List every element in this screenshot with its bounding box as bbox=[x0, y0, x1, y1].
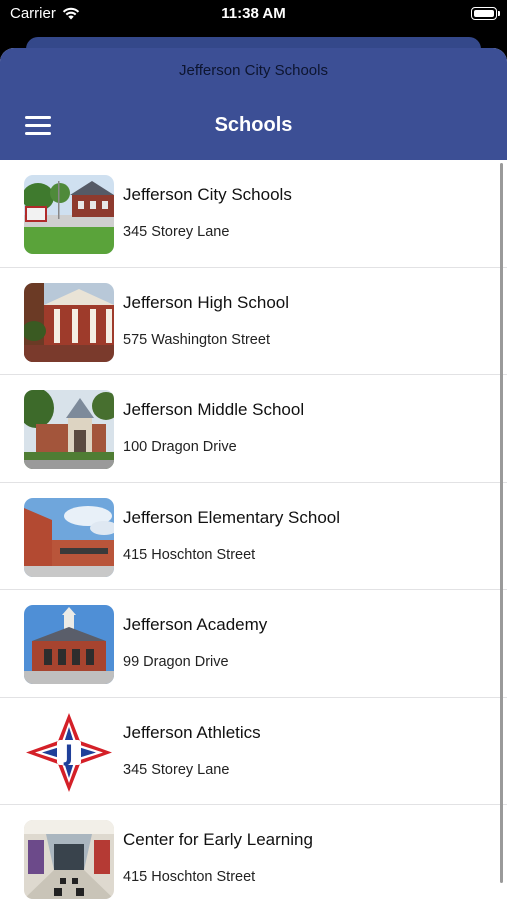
school-address: 415 Hoschton Street bbox=[123, 869, 256, 885]
school-address: 345 Storey Lane bbox=[123, 224, 230, 240]
school-name: Jefferson Elementary School bbox=[123, 507, 341, 527]
school-address: 100 Dragon Drive bbox=[123, 439, 237, 455]
school-name: Jefferson Middle School bbox=[123, 400, 305, 419]
school-name: Jefferson City Schools bbox=[123, 185, 292, 204]
page-title: Schools bbox=[214, 114, 293, 136]
clock: 11:38 AM bbox=[221, 5, 286, 22]
list-item[interactable]: Jefferson High School 575 Washington Str… bbox=[0, 268, 507, 375]
svg-text:J: J bbox=[63, 742, 73, 767]
school-photo bbox=[24, 282, 114, 362]
school-address: 415 Hoschton Street bbox=[123, 546, 256, 563]
school-address: 345 Storey Lane bbox=[123, 761, 230, 778]
school-list: Jefferson City Schools 345 Storey Lane J… bbox=[0, 160, 507, 900]
school-name: Jefferson Athletics bbox=[123, 722, 261, 742]
school-name: Center for Early Learning bbox=[123, 830, 313, 849]
school-photo bbox=[24, 605, 114, 684]
parent-title: Jefferson City Schools bbox=[179, 62, 328, 79]
school-name: Jefferson High School bbox=[123, 292, 290, 312]
school-name: Jefferson Academy bbox=[123, 615, 268, 634]
battery-icon bbox=[471, 7, 500, 20]
list-item[interactable]: J Jefferson Athletics 345 Storey Lane bbox=[0, 698, 507, 805]
school-address: 99 Dragon Drive bbox=[123, 654, 229, 670]
schools-sheet: Jefferson City Schools Schools Jefferson… bbox=[0, 48, 507, 900]
list-item[interactable]: Center for Early Learning 415 Hoschton S… bbox=[0, 805, 507, 900]
athletics-logo: J bbox=[24, 712, 114, 792]
list-item[interactable]: Jefferson Elementary School 415 Hoschton… bbox=[0, 483, 507, 590]
list-item[interactable]: Jefferson Academy 99 Dragon Drive bbox=[0, 590, 507, 698]
list-item[interactable]: Jefferson City Schools 345 Storey Lane bbox=[0, 160, 507, 268]
nav-header: Jefferson City Schools Schools bbox=[0, 48, 507, 160]
school-photo bbox=[24, 175, 114, 254]
school-photo bbox=[24, 820, 114, 899]
school-photo bbox=[24, 497, 114, 577]
status-bar: Carrier 11:38 AM bbox=[0, 0, 507, 30]
list-item[interactable]: Jefferson Middle School 100 Dragon Drive bbox=[0, 375, 507, 483]
scrollbar[interactable] bbox=[500, 163, 503, 883]
school-address: 575 Washington Street bbox=[123, 331, 270, 348]
school-photo bbox=[24, 390, 114, 469]
